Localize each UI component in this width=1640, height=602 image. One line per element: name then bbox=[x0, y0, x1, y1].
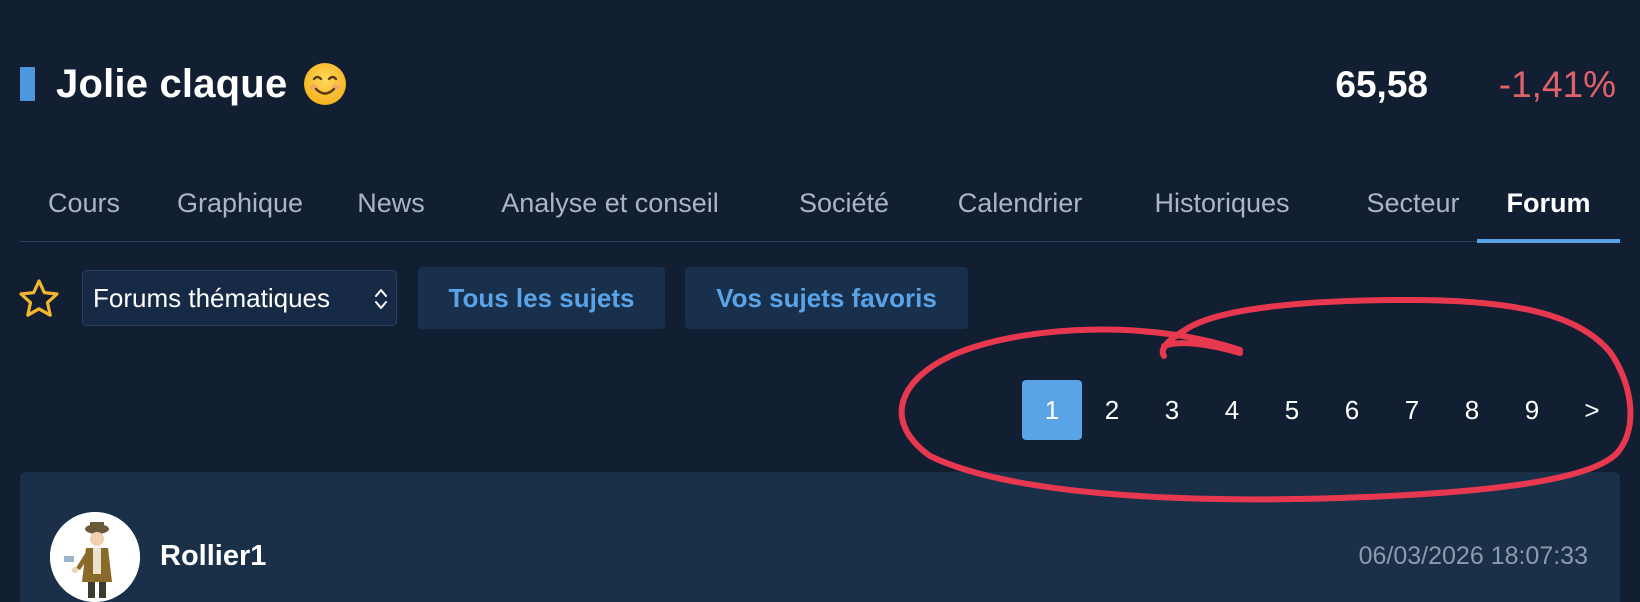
page-button-3[interactable]: 3 bbox=[1142, 380, 1202, 440]
tab-calendrier[interactable]: Calendrier bbox=[951, 178, 1089, 242]
all-topics-button[interactable]: Tous les sujets bbox=[418, 267, 665, 329]
stock-change-percent: -1,41% bbox=[1498, 64, 1616, 105]
forum-page: Jolie claque 65,58 -1,41% Cours Graphiqu… bbox=[0, 0, 1640, 602]
forum-type-select[interactable]: Forums thématiques bbox=[82, 270, 397, 326]
up-down-chevron-icon bbox=[374, 285, 388, 313]
stock-header: Jolie claque 65,58 -1,41% bbox=[20, 52, 1620, 116]
forum-type-select-value: Forums thématiques bbox=[93, 282, 330, 313]
page-button-8[interactable]: 8 bbox=[1442, 380, 1502, 440]
pagination: 1 2 3 4 5 6 7 8 9 > bbox=[1022, 380, 1622, 440]
tab-analyse-et-conseil[interactable]: Analyse et conseil bbox=[488, 178, 732, 242]
favorite-topics-button[interactable]: Vos sujets favoris bbox=[685, 267, 968, 329]
stock-title: Jolie claque bbox=[56, 61, 288, 106]
tab-secteur[interactable]: Secteur bbox=[1346, 178, 1480, 242]
section-tabs: Cours Graphique News Analyse et conseil … bbox=[20, 178, 1620, 243]
page-button-4[interactable]: 4 bbox=[1202, 380, 1262, 440]
tab-forum[interactable]: Forum bbox=[1477, 178, 1620, 243]
smiling-face-emoji-icon bbox=[303, 62, 347, 106]
page-button-2[interactable]: 2 bbox=[1082, 380, 1142, 440]
post-author[interactable]: Rollier1 bbox=[160, 540, 266, 573]
page-button-6[interactable]: 6 bbox=[1322, 380, 1382, 440]
tab-historiques[interactable]: Historiques bbox=[1142, 178, 1302, 242]
tab-societe[interactable]: Société bbox=[791, 178, 897, 242]
stock-price: 65,58 bbox=[1335, 64, 1428, 105]
tab-news[interactable]: News bbox=[351, 178, 431, 242]
title-accent-bar bbox=[20, 67, 35, 101]
avatar[interactable] bbox=[50, 512, 140, 602]
tab-graphique[interactable]: Graphique bbox=[170, 178, 310, 242]
page-button-9[interactable]: 9 bbox=[1502, 380, 1562, 440]
tab-cours[interactable]: Cours bbox=[36, 178, 132, 242]
post-timestamp: 06/03/2026 18:07:33 bbox=[1358, 542, 1588, 570]
next-page-button[interactable]: > bbox=[1562, 380, 1622, 440]
page-button-1[interactable]: 1 bbox=[1022, 380, 1082, 440]
page-button-7[interactable]: 7 bbox=[1382, 380, 1442, 440]
page-button-5[interactable]: 5 bbox=[1262, 380, 1322, 440]
star-outline-icon[interactable] bbox=[17, 277, 61, 321]
forum-post-card[interactable]: Rollier1 06/03/2026 18:07:33 bbox=[20, 472, 1620, 602]
